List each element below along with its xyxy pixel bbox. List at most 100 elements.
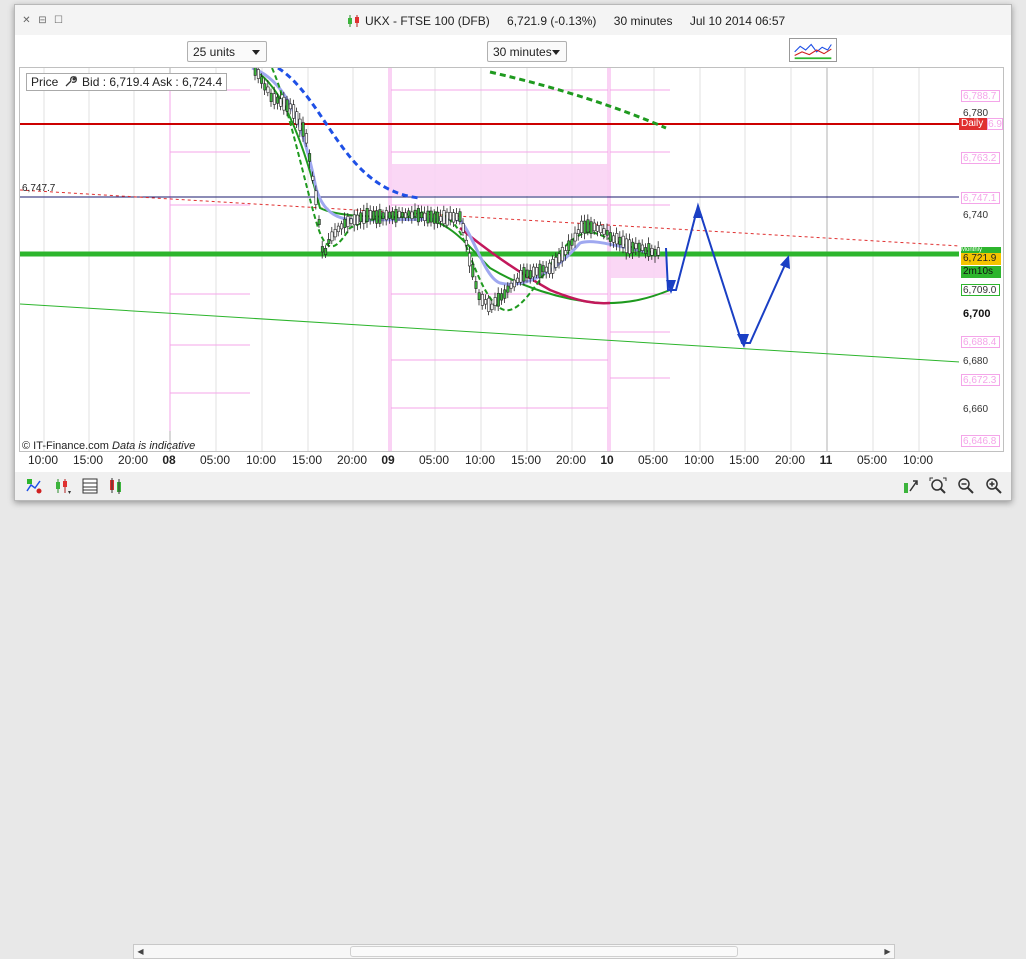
- candle-body: [624, 238, 628, 253]
- units-select-value: 25 units: [193, 45, 236, 59]
- candle-body: [420, 212, 424, 219]
- zoom-fit-icon[interactable]: [929, 477, 947, 495]
- units-select[interactable]: 25 units: [187, 41, 267, 62]
- daily-label: Daily: [961, 118, 984, 129]
- chevron-down-icon: [252, 50, 260, 55]
- price-scale[interactable]: 6,788.7 6,780 Daily 6,776.9 6,763.2 6,74…: [959, 67, 1004, 452]
- level-label: 6,747.7: [22, 183, 56, 194]
- candle-body: [554, 257, 558, 268]
- candle-body: [391, 211, 395, 220]
- candle-body: [317, 219, 321, 225]
- candle-body: [631, 241, 635, 254]
- price-info-panel[interactable]: Price Bid : 6,719.4 Ask : 6,724.4: [26, 73, 228, 91]
- candle-body: [618, 236, 622, 246]
- candle-body: [362, 210, 366, 224]
- zoom-out-icon[interactable]: [957, 477, 975, 495]
- candle-body: [304, 133, 308, 144]
- candle-body: [468, 252, 472, 267]
- time-tick: 15:00: [510, 453, 542, 467]
- pivot-box: 6,788.7: [961, 90, 1000, 102]
- wrench-icon[interactable]: [64, 75, 77, 87]
- arrow-head-icon: [693, 204, 703, 218]
- candle-body: [346, 215, 350, 227]
- candle-body: [464, 239, 468, 246]
- candle-body: [288, 103, 292, 110]
- current-price-tag: 6,721.9: [961, 253, 1001, 265]
- interval-select[interactable]: 30 minutes: [487, 41, 567, 62]
- time-tick: 05:00: [856, 453, 888, 467]
- price-chart[interactable]: Price Bid : 6,719.4 Ask : 6,724.4 6,747.…: [19, 67, 961, 452]
- time-tick: 05:00: [199, 453, 231, 467]
- candle-body: [522, 267, 526, 282]
- day-tick: 11: [819, 453, 833, 467]
- candle-body: [474, 281, 478, 289]
- candle-body: [477, 292, 481, 301]
- candle-body: [621, 235, 625, 248]
- candle-body: [500, 293, 504, 301]
- daily-level-tag: Daily: [959, 118, 987, 130]
- candle-body: [352, 214, 356, 226]
- maximize-icon[interactable]: ☐: [53, 15, 64, 26]
- candle-body: [487, 297, 491, 312]
- candle-body: [439, 216, 443, 222]
- table-icon[interactable]: [81, 477, 99, 495]
- candle-body: [260, 76, 264, 84]
- candle-body: [576, 229, 580, 235]
- time-tick: 20:00: [774, 453, 806, 467]
- candle-body: [410, 211, 414, 219]
- candle-body: [567, 240, 571, 251]
- zoom-in-icon[interactable]: [985, 477, 1003, 495]
- candle-body: [570, 239, 574, 246]
- candle-body: [644, 247, 648, 254]
- time-tick: 15:00: [291, 453, 323, 467]
- window-title: UKX - FTSE 100 (DFB) 6,721.9 (-0.13%) 30…: [365, 14, 799, 28]
- candle-body: [535, 267, 539, 276]
- pivot-box: 6,646.8: [961, 435, 1000, 447]
- candle-body: [429, 210, 433, 223]
- candle-body: [340, 223, 344, 230]
- candle-body: [564, 250, 568, 255]
- minimize-icon[interactable]: ⊟: [37, 15, 48, 26]
- candle-body: [381, 212, 385, 219]
- candle-body: [311, 175, 315, 181]
- chart-type-icon[interactable]: [53, 477, 71, 495]
- candle-body: [615, 233, 619, 245]
- candle-body: [426, 210, 430, 224]
- candle-body: [359, 212, 363, 223]
- title-datetime: Jul 10 2014 06:57: [689, 14, 786, 28]
- candle-body: [388, 211, 392, 219]
- price-label: Price: [31, 75, 59, 89]
- candle-body: [525, 269, 529, 279]
- candle-body: [541, 265, 545, 273]
- bottom-toolbar: ◀ ▶: [15, 472, 1011, 959]
- time-tick: 20:00: [117, 453, 149, 467]
- candle-body: [333, 229, 337, 238]
- scroll-left-icon[interactable]: ◀: [135, 946, 146, 957]
- candle-body: [628, 239, 632, 254]
- horizontal-scrollbar[interactable]: ◀ ▶: [133, 944, 895, 959]
- close-icon[interactable]: ✕: [21, 15, 32, 26]
- candle-body: [557, 253, 561, 264]
- candle-body: [442, 210, 446, 225]
- candle-body: [372, 210, 376, 220]
- candle-body: [416, 208, 420, 223]
- draw-tools-icon[interactable]: [25, 477, 43, 495]
- chart-window: ✕ ⊟ ☐ UKX - FTSE 100 (DFB) 6,721.9 (-0.1…: [14, 4, 1012, 959]
- candle-body: [490, 303, 494, 310]
- candle-body: [365, 208, 369, 222]
- candles-settings-icon[interactable]: [107, 477, 125, 495]
- scroll-right-icon[interactable]: ▶: [882, 946, 893, 957]
- arrow-head-icon: [737, 334, 749, 348]
- scroll-thumb[interactable]: [350, 946, 738, 957]
- auto-scale-icon[interactable]: [901, 477, 919, 495]
- candle-body: [320, 246, 324, 253]
- candle-body: [327, 239, 331, 244]
- interval-select-value: 30 minutes: [493, 45, 552, 59]
- pivot-box: 6,688.4: [961, 336, 1000, 348]
- trend-line-green: [20, 303, 960, 363]
- candle-body: [343, 218, 347, 228]
- candle-body: [599, 225, 603, 234]
- candle-body: [519, 270, 523, 283]
- indicators-button[interactable]: [789, 38, 837, 62]
- candle-body: [448, 212, 452, 221]
